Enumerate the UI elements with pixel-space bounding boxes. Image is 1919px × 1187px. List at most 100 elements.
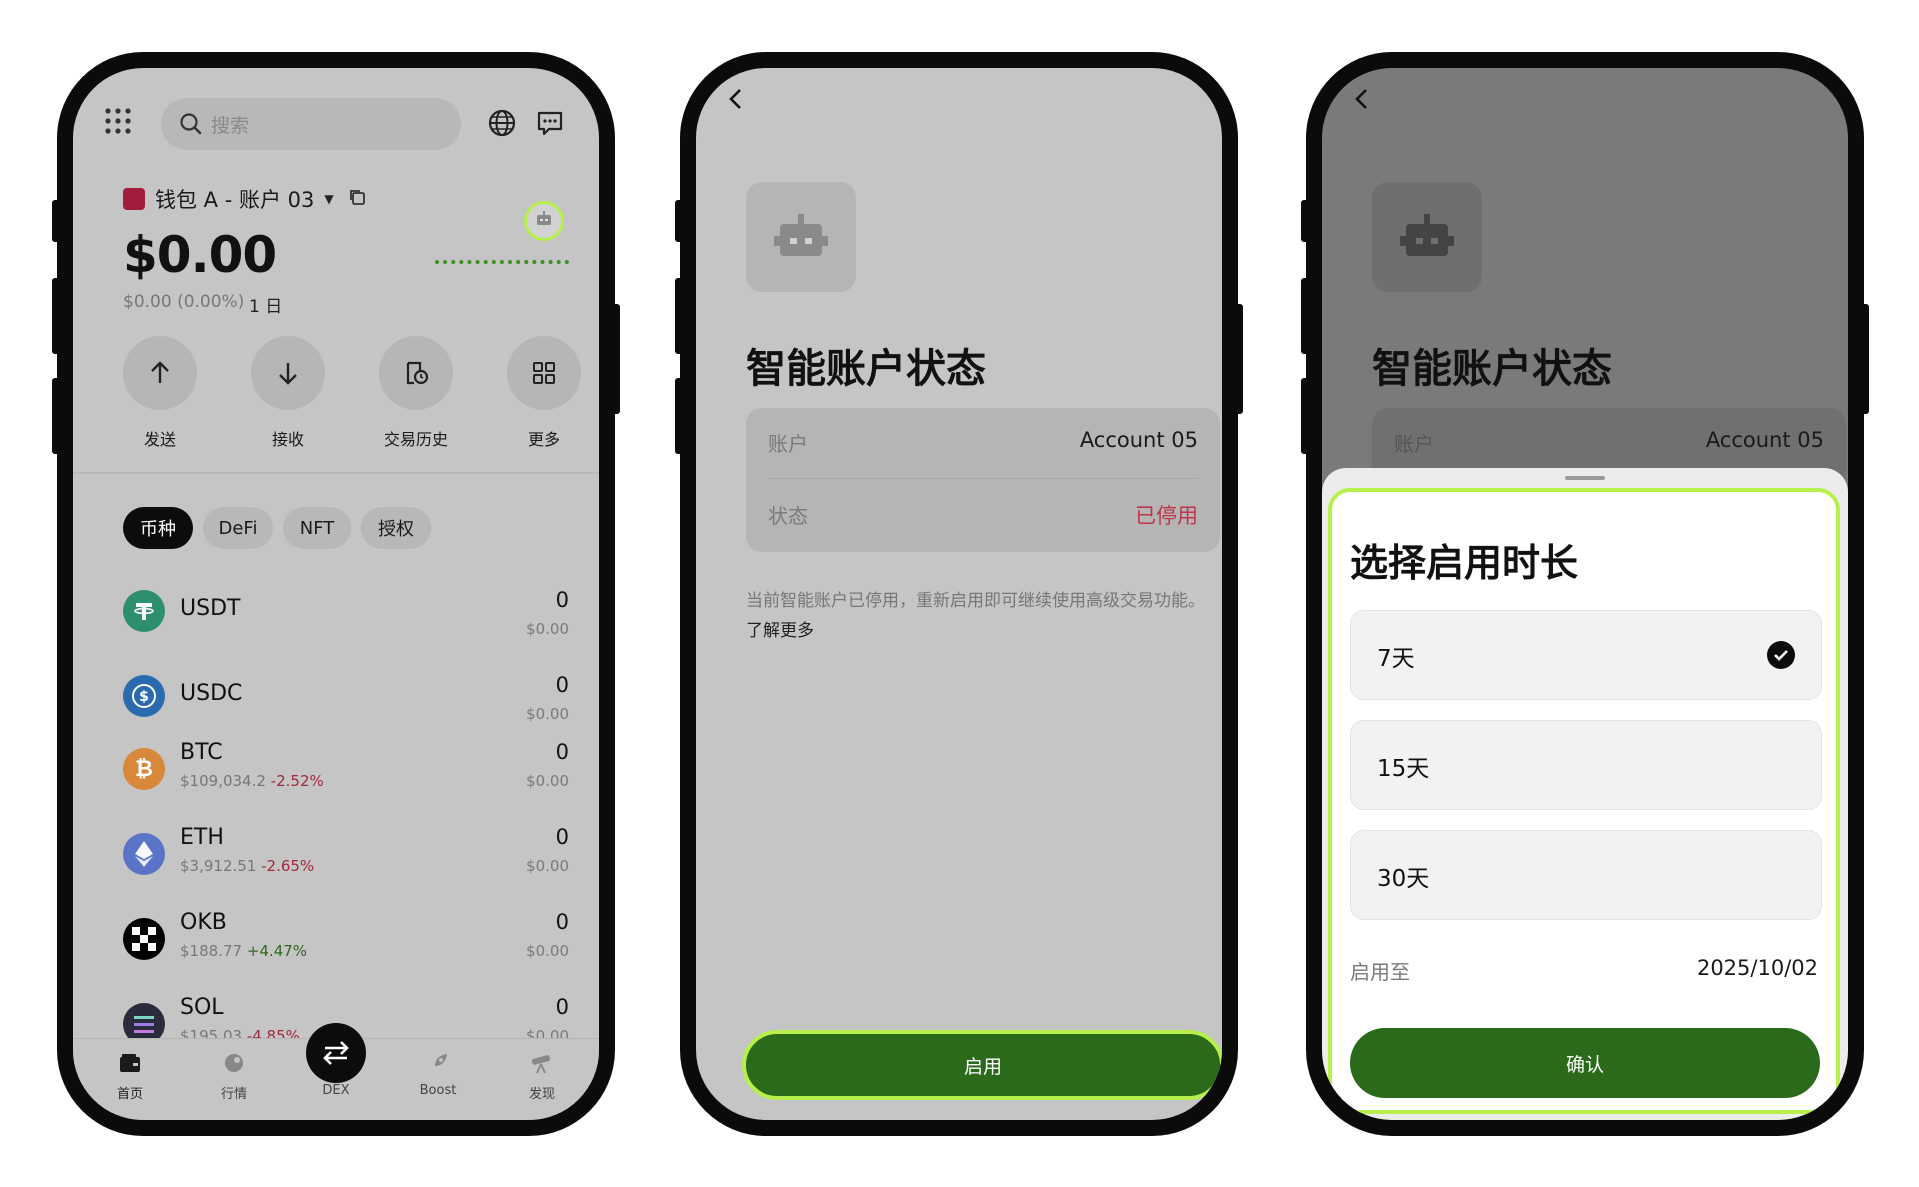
bottom-nav: 首页 行情 DEX Boost 发现 [73,1023,599,1120]
coin-amount: 0 [555,740,569,764]
sol-icon [123,1003,165,1038]
option-label: 7天 [1377,646,1415,672]
duration-bottom-sheet: 选择启用时长 7天 15天 30天 启用至 2025/10/02 确认 [1322,468,1848,1120]
tab-nft[interactable]: NFT [283,507,351,549]
apps-grid-icon[interactable] [103,106,133,136]
nav-dex-button[interactable] [306,1023,366,1083]
page-title: 智能账户状态 [746,346,986,392]
nav-market[interactable]: 行情 [189,1051,279,1107]
status-value: 已停用 [1135,504,1198,528]
status-label: 状态 [768,504,808,528]
search-placeholder: 搜索 [211,115,250,137]
option-30-days[interactable]: 30天 [1350,830,1822,920]
option-7-days[interactable]: 7天 [1350,610,1822,700]
robot-avatar [1372,182,1482,292]
market-icon [222,1051,246,1075]
btc-icon: ₿ [123,748,165,790]
nav-boost-label: Boost [419,1083,457,1098]
history-icon [406,361,429,385]
coin-name: USDC [180,681,243,706]
account-label: 账户 [1394,432,1434,456]
tab-defi[interactable]: DeFi [203,507,273,549]
eth-icon [123,833,165,875]
account-info-card: 账户 Account 05 状态 已停用 [746,408,1220,552]
arrow-down-icon [279,363,297,385]
rocket-icon [426,1051,450,1075]
divider [768,478,1198,479]
list-item[interactable]: USDT 0 $0.00 [73,568,599,648]
coin-name: BTC [180,740,223,765]
nav-market-label: 行情 [220,1087,247,1102]
receive-button[interactable] [251,336,325,410]
arrow-up-icon [151,361,169,383]
balance-period[interactable]: 1 日 [249,292,282,317]
wallet-name: 钱包 A - 账户 03 [155,188,315,212]
send-button[interactable] [123,336,197,410]
coin-value: $0.00 [526,620,569,638]
nav-dex-label: DEX [322,1083,350,1098]
robot-icon [774,214,828,256]
check-circle-icon [1767,641,1795,669]
coin-amount: 0 [555,825,569,849]
coin-value: $0.00 [526,772,569,790]
svg-text:$: $ [139,689,149,705]
coin-name: OKB [180,910,227,935]
tab-approvals[interactable]: 授权 [361,507,431,549]
nav-boost[interactable]: Boost [393,1051,483,1107]
coin-price: $195.03 [180,1027,243,1038]
sheet-handle[interactable] [1565,476,1605,480]
coin-value: $0.00 [526,942,569,960]
history-label: 交易历史 [383,430,448,449]
robot-icon [535,211,553,231]
coin-price-row: $3,912.51 -2.65% [180,857,314,875]
learn-more-link[interactable]: 了解更多 [746,621,814,641]
nav-discover[interactable]: 发现 [497,1051,587,1107]
more-label: 更多 [527,430,560,449]
option-label: 30天 [1377,866,1430,892]
wallet-selector[interactable]: 钱包 A - 账户 03 ▼ [155,184,366,214]
coin-price: $188.77 [180,942,243,960]
account-value: Account 05 [1079,428,1198,452]
coin-price-row: $109,034.2 -2.52% [180,772,324,790]
balance-sparkline [435,260,569,268]
list-item[interactable]: ETH $3,912.51 -2.65% 0 $0.00 [73,823,599,903]
usdt-icon [123,590,165,632]
confirm-button[interactable]: 确认 [1350,1028,1820,1098]
okb-icon [123,918,165,960]
coin-name: SOL [180,995,224,1020]
option-15-days[interactable]: 15天 [1350,720,1822,810]
tab-tokens[interactable]: 币种 [123,507,193,549]
coin-price-row: $195.03 -4.85% [180,1027,300,1038]
message-icon[interactable] [535,108,565,142]
coin-change: -2.65% [261,857,315,875]
coin-price-row: $188.77 +4.47% [180,942,307,960]
coin-change: -4.85% [246,1027,300,1038]
coin-amount: 0 [555,588,569,612]
history-button[interactable] [379,336,453,410]
more-button[interactable] [507,336,581,410]
coin-amount: 0 [555,673,569,697]
globe-icon[interactable] [487,108,517,142]
list-item[interactable]: ₿ BTC $109,034.2 -2.52% 0 $0.00 [73,738,599,818]
back-icon[interactable] [1352,86,1372,116]
back-icon[interactable] [726,86,746,116]
enable-button[interactable]: 启用 [742,1030,1222,1100]
nav-home-label: 首页 [116,1087,143,1102]
list-item[interactable]: $ USDC 0 $0.00 [73,653,599,733]
balance-change: $0.00 (0.00%) [123,292,245,312]
receive-label: 接收 [271,430,304,449]
phone-wallet-home: 搜索 钱包 A - 账户 03 ▼ $0.00 $0.00 (0.00%) 1 … [52,52,620,1136]
coin-value: $0.00 [526,705,569,723]
list-item[interactable]: OKB $188.77 +4.47% 0 $0.00 [73,908,599,988]
smart-account-robot-button[interactable] [524,201,564,241]
copy-icon[interactable] [348,188,366,210]
search-input[interactable] [161,98,461,150]
coin-list: USDT 0 $0.00 $ USDC 0 $0.00 ₿ BTC $109,0… [73,568,599,1038]
swap-icon [323,1041,349,1065]
description: 当前智能账户已停用，重新启用即可继续使用高级交易功能。了解更多 [746,586,1220,646]
screen-wallet-home: 搜索 钱包 A - 账户 03 ▼ $0.00 $0.00 (0.00%) 1 … [73,68,599,1120]
grid-icon [533,362,555,384]
account-value: Account 05 [1705,428,1824,452]
coin-change: +4.47% [246,942,308,960]
nav-home[interactable]: 首页 [85,1051,175,1107]
